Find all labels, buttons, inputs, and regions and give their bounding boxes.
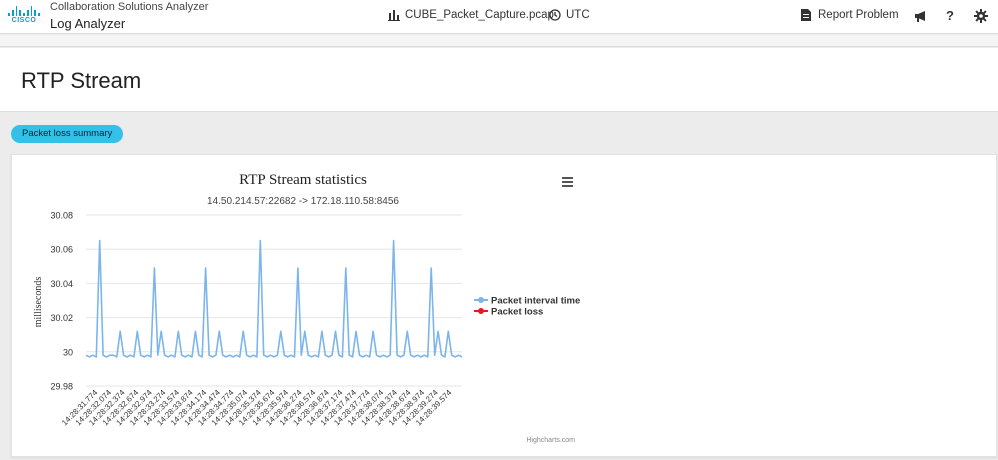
megaphone-icon[interactable] bbox=[914, 10, 928, 23]
y-tick-label: 30.04 bbox=[50, 279, 73, 289]
gear-icon[interactable] bbox=[974, 9, 988, 23]
clock-icon bbox=[549, 9, 561, 21]
legend-item[interactable]: Packet loss bbox=[474, 307, 543, 318]
timezone-label: UTC bbox=[566, 9, 590, 21]
chart-card: RTP Stream statistics 14.50.214.57:22682… bbox=[11, 154, 997, 457]
file-indicator[interactable]: CUBE_Packet_Capture.pcap bbox=[388, 9, 554, 21]
cisco-logo-word: CISCO bbox=[11, 17, 37, 24]
chart-subtitle: 14.50.214.57:22682 -> 172.18.110.58:8456 bbox=[207, 196, 399, 207]
y-axis-title: milliseconds bbox=[33, 277, 44, 328]
bar-chart-icon bbox=[388, 10, 400, 21]
document-icon bbox=[801, 9, 811, 21]
hamburger-menu-icon[interactable] bbox=[562, 177, 573, 187]
series-line-packet-interval-time bbox=[85, 239, 463, 358]
help-icon[interactable]: ? bbox=[946, 8, 954, 23]
packet-loss-summary-button[interactable]: Packet loss summary bbox=[11, 125, 124, 143]
app-title: Collaboration Solutions Analyzer bbox=[50, 1, 209, 13]
legend-marker bbox=[478, 308, 484, 314]
chart-title: RTP Stream statistics bbox=[239, 172, 367, 188]
report-problem-button[interactable]: Report Problem bbox=[801, 9, 899, 21]
highcharts-credit[interactable]: Highcharts.com bbox=[526, 437, 575, 444]
cisco-logo-bars bbox=[7, 6, 41, 16]
y-tick-label: 30.02 bbox=[50, 313, 73, 323]
legend-label: Packet loss bbox=[491, 307, 543, 318]
file-name: CUBE_Packet_Capture.pcap bbox=[405, 9, 554, 21]
legend-label: Packet interval time bbox=[491, 296, 580, 307]
y-tick-label: 29.98 bbox=[50, 382, 73, 392]
page-header: RTP Stream bbox=[0, 48, 998, 112]
top-bar: CISCO Collaboration Solutions Analyzer L… bbox=[0, 0, 998, 34]
rtp-stream-chart: RTP Stream statistics 14.50.214.57:22682… bbox=[33, 172, 580, 444]
y-tick-label: 30 bbox=[63, 347, 73, 357]
legend-marker bbox=[478, 297, 484, 303]
y-tick-label: 30.08 bbox=[50, 211, 73, 221]
y-tick-label: 30.06 bbox=[50, 245, 73, 255]
app-subtitle: Log Analyzer bbox=[50, 16, 126, 31]
report-problem-label: Report Problem bbox=[818, 9, 899, 21]
page-title: RTP Stream bbox=[21, 68, 142, 93]
timezone-indicator[interactable]: UTC bbox=[549, 9, 590, 21]
cisco-logo: CISCO bbox=[7, 6, 41, 26]
toolbar-strip bbox=[0, 35, 998, 47]
legend-item[interactable]: Packet interval time bbox=[474, 296, 580, 307]
